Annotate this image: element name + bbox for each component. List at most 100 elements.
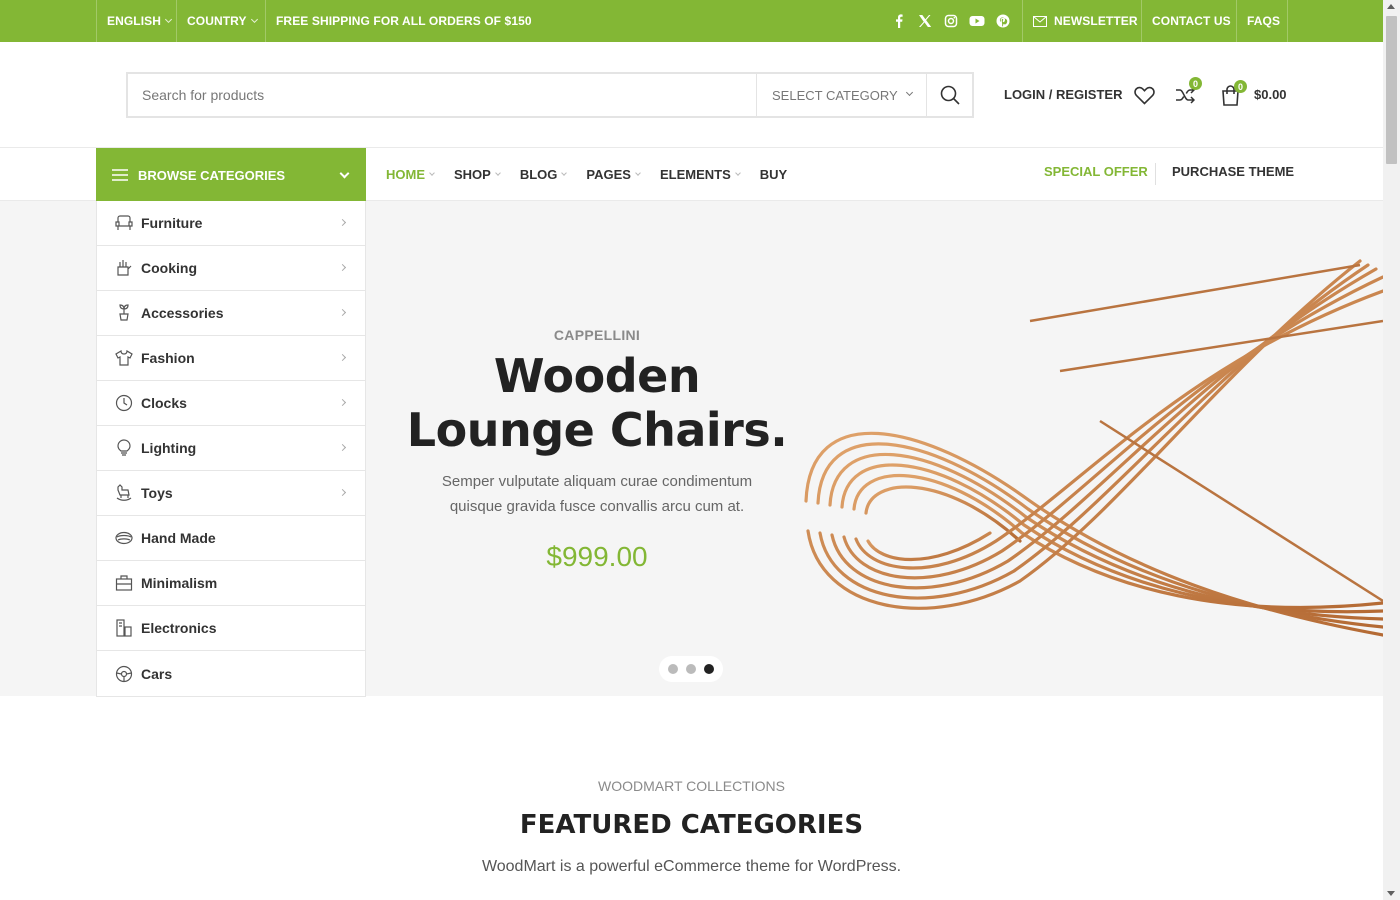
- divider: [96, 0, 97, 42]
- compare-count-badge: 0: [1189, 77, 1202, 90]
- youtube-icon[interactable]: [964, 14, 990, 28]
- language-label: ENGLISH: [107, 14, 162, 28]
- featured-description: WoodMart is a powerful eCommerce theme f…: [481, 858, 902, 875]
- category-hand-made[interactable]: Hand Made: [97, 516, 365, 561]
- category-select[interactable]: SELECT CATEGORY: [756, 74, 928, 116]
- category-label: Minimalism: [141, 575, 218, 591]
- login-register-link[interactable]: LOGIN / REGISTER: [1004, 84, 1122, 104]
- category-clocks[interactable]: Clocks: [97, 381, 365, 426]
- category-label: Hand Made: [141, 530, 216, 546]
- search-input[interactable]: [142, 74, 742, 116]
- nav-pages[interactable]: PAGES: [586, 166, 641, 182]
- yarn-ball-icon: [115, 529, 133, 547]
- nav-label: SHOP: [454, 166, 491, 182]
- cooking-utensils-icon: [115, 259, 133, 277]
- nav-label: HOME: [386, 166, 425, 182]
- category-toys[interactable]: Toys: [97, 471, 365, 516]
- shipping-notice: FREE SHIPPING FOR ALL ORDERS OF $150: [276, 14, 532, 28]
- chevron-right-icon: [338, 398, 347, 407]
- search-icon: [940, 85, 960, 105]
- wishlist-button[interactable]: [1133, 84, 1155, 106]
- nav-buy[interactable]: BUY: [760, 167, 787, 182]
- facebook-icon[interactable]: [886, 14, 912, 28]
- divider: [1155, 163, 1156, 185]
- cart-count-badge: 0: [1234, 80, 1247, 93]
- armchair-icon: [115, 214, 133, 232]
- nav-shop[interactable]: SHOP: [454, 166, 501, 182]
- special-offer-link[interactable]: SPECIAL OFFER: [1044, 164, 1148, 179]
- chevron-right-icon: [338, 353, 347, 362]
- category-label: Electronics: [141, 620, 217, 636]
- featured-subtitle: WOODMART COLLECTIONS: [598, 778, 785, 794]
- pinterest-icon[interactable]: [990, 14, 1016, 28]
- category-label: Toys: [141, 485, 173, 501]
- category-electronics[interactable]: Electronics: [97, 606, 365, 651]
- nav-label: PAGES: [586, 166, 631, 182]
- search-button[interactable]: [926, 74, 972, 116]
- chevron-right-icon: [338, 218, 347, 227]
- category-label: Furniture: [141, 215, 203, 231]
- page-scrollbar[interactable]: [1383, 0, 1400, 900]
- chevron-down-icon: [635, 169, 641, 176]
- newsletter-link[interactable]: NEWSLETTER: [1033, 0, 1138, 42]
- clock-icon: [115, 394, 133, 412]
- nav-label: BUY: [759, 166, 788, 182]
- nav-blog[interactable]: BLOG: [520, 167, 568, 182]
- purchase-theme-link[interactable]: PURCHASE THEME: [1172, 164, 1294, 179]
- top-bar: ENGLISH COUNTRY FREE SHIPPING FOR ALL OR…: [0, 0, 1383, 42]
- divider: [1236, 0, 1237, 42]
- slide-dot-3[interactable]: [704, 664, 714, 674]
- category-lighting[interactable]: Lighting: [97, 426, 365, 471]
- slide-dot-1[interactable]: [668, 664, 678, 674]
- menu-icon: [112, 169, 128, 181]
- mail-icon: [1033, 15, 1047, 27]
- cart-total[interactable]: $0.00: [1254, 84, 1287, 104]
- cart-button[interactable]: 0: [1219, 80, 1247, 107]
- category-minimalism[interactable]: Minimalism: [97, 561, 365, 606]
- contact-link[interactable]: CONTACT US: [1152, 0, 1231, 42]
- country-selector[interactable]: COUNTRY: [187, 0, 258, 42]
- lightbulb-icon: [115, 439, 133, 457]
- scrollbar-thumb[interactable]: [1386, 16, 1397, 164]
- chevron-down-icon: [429, 169, 435, 176]
- heart-icon: [1133, 86, 1155, 105]
- category-cars[interactable]: Cars: [97, 651, 365, 696]
- nav-home[interactable]: HOME: [386, 166, 435, 182]
- newsletter-label: NEWSLETTER: [1054, 14, 1138, 28]
- category-label: Clocks: [141, 395, 187, 411]
- hero-desc-line: Semper vulputate aliquam curae condiment…: [441, 473, 753, 490]
- divider: [176, 0, 177, 42]
- hero-desc-line: quisque gravida fusce convallis arcu cum…: [449, 498, 745, 515]
- rocking-horse-icon: [115, 484, 133, 502]
- search-bar: SELECT CATEGORY: [126, 72, 974, 118]
- wooden-lounge-chair-image: [804, 259, 1383, 637]
- divider: [265, 0, 266, 42]
- category-cooking[interactable]: Cooking: [97, 246, 365, 291]
- scroll-up-arrow-icon[interactable]: [1387, 4, 1395, 9]
- menu-bar: HOME SHOP BLOG PAGES ELEMENTS BUY: [386, 148, 807, 200]
- hero-brand: CAPPELLINI: [553, 327, 641, 343]
- divider: [1141, 0, 1142, 42]
- nav-elements[interactable]: ELEMENTS: [660, 167, 741, 182]
- category-label: Fashion: [141, 350, 195, 366]
- category-fashion[interactable]: Fashion: [97, 336, 365, 381]
- devices-icon: [115, 619, 133, 637]
- x-icon[interactable]: [912, 14, 938, 28]
- category-label: Lighting: [141, 440, 197, 456]
- faqs-link[interactable]: FAQS: [1247, 0, 1280, 42]
- browse-categories-label: BROWSE CATEGORIES: [138, 167, 286, 183]
- browse-categories-button[interactable]: BROWSE CATEGORIES: [96, 148, 366, 202]
- category-label: Cooking: [141, 260, 197, 276]
- category-list: Furniture Cooking Accessories Fashion Cl…: [96, 201, 366, 697]
- slide-dot-2[interactable]: [686, 664, 696, 674]
- compare-button[interactable]: 0: [1174, 77, 1202, 106]
- instagram-icon[interactable]: [938, 14, 964, 28]
- category-label: Accessories: [141, 305, 224, 321]
- chevron-down-icon: [561, 169, 568, 176]
- category-accessories[interactable]: Accessories: [97, 291, 365, 336]
- scroll-down-arrow-icon[interactable]: [1387, 891, 1395, 896]
- category-select-label: SELECT CATEGORY: [772, 87, 898, 103]
- chevron-down-icon: [165, 15, 173, 23]
- category-furniture[interactable]: Furniture: [97, 201, 365, 246]
- language-selector[interactable]: ENGLISH: [107, 0, 173, 42]
